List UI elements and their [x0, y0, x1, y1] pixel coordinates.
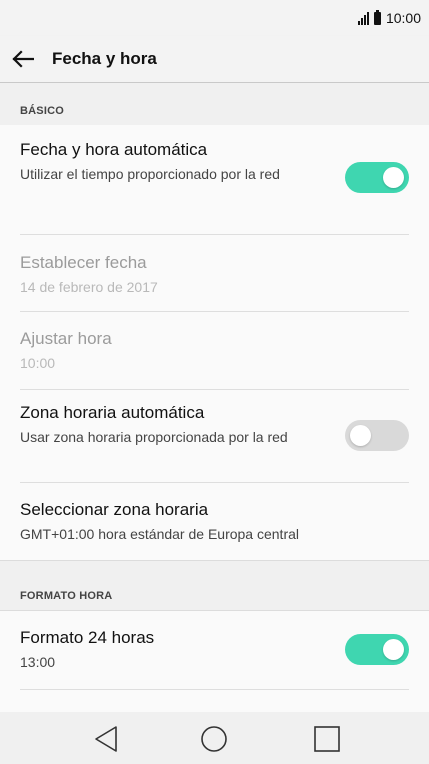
setting-title: Ajustar hora — [20, 329, 112, 348]
status-icons: 10:00 — [357, 9, 421, 27]
setting-summary: Utilizar el tiempo proporcionado por la … — [20, 166, 280, 182]
setting-title: Seleccionar zona horaria — [20, 500, 209, 519]
page-title: Fecha y hora — [52, 49, 157, 68]
square-recents-icon — [314, 726, 340, 752]
section-header-time-format: FORMATO HORA — [0, 560, 429, 611]
battery-icon — [373, 9, 381, 25]
nav-home-button[interactable] — [198, 723, 230, 755]
auto-datetime-toggle[interactable] — [345, 162, 409, 193]
status-time: 10:00 — [385, 10, 421, 26]
navigation-bar — [0, 712, 429, 764]
setting-summary: 14 de febrero de 2017 — [20, 279, 158, 295]
setting-set-date[interactable]: Establecer fecha 14 de febrero de 2017 — [20, 235, 409, 312]
setting-auto-datetime[interactable]: Fecha y hora automática Utilizar el tiem… — [20, 125, 409, 235]
toggle-knob — [383, 167, 404, 188]
signal-icon — [357, 11, 369, 25]
setting-summary: 10:00 — [20, 355, 56, 371]
settings-list: BÁSICO Fecha y hora automática Utilizar … — [0, 83, 429, 712]
toggle-knob — [383, 639, 404, 660]
format-24h-toggle[interactable] — [345, 634, 409, 665]
status-bar: 10:00 — [0, 0, 429, 36]
arrow-left-icon — [12, 50, 34, 68]
nav-recents-button[interactable] — [311, 723, 343, 755]
triangle-back-icon — [95, 726, 117, 752]
auto-timezone-toggle[interactable] — [345, 420, 409, 451]
setting-summary: 13:00 — [20, 654, 56, 670]
section-label: BÁSICO — [20, 105, 64, 117]
setting-format-24h[interactable]: Formato 24 horas 13:00 — [20, 611, 409, 690]
setting-summary: Usar zona horaria proporcionada por la r… — [20, 429, 288, 445]
nav-back-button[interactable] — [90, 723, 122, 755]
setting-auto-timezone[interactable]: Zona horaria automática Usar zona horari… — [20, 390, 409, 483]
setting-title: Zona horaria automática — [20, 403, 205, 422]
setting-select-timezone[interactable]: Seleccionar zona horaria GMT+01:00 hora … — [20, 483, 409, 560]
app-bar: Fecha y hora — [0, 36, 429, 83]
back-button[interactable] — [8, 45, 38, 73]
setting-title: Fecha y hora automática — [20, 140, 208, 159]
section-header-basic: BÁSICO — [0, 83, 429, 125]
setting-title: Establecer fecha — [20, 253, 147, 272]
setting-title: Formato 24 horas — [20, 628, 155, 647]
circle-home-icon — [201, 726, 227, 752]
toggle-knob — [350, 425, 371, 446]
setting-set-time[interactable]: Ajustar hora 10:00 — [20, 312, 409, 390]
section-label: FORMATO HORA — [20, 590, 113, 602]
setting-summary: GMT+01:00 hora estándar de Europa centra… — [20, 526, 300, 542]
